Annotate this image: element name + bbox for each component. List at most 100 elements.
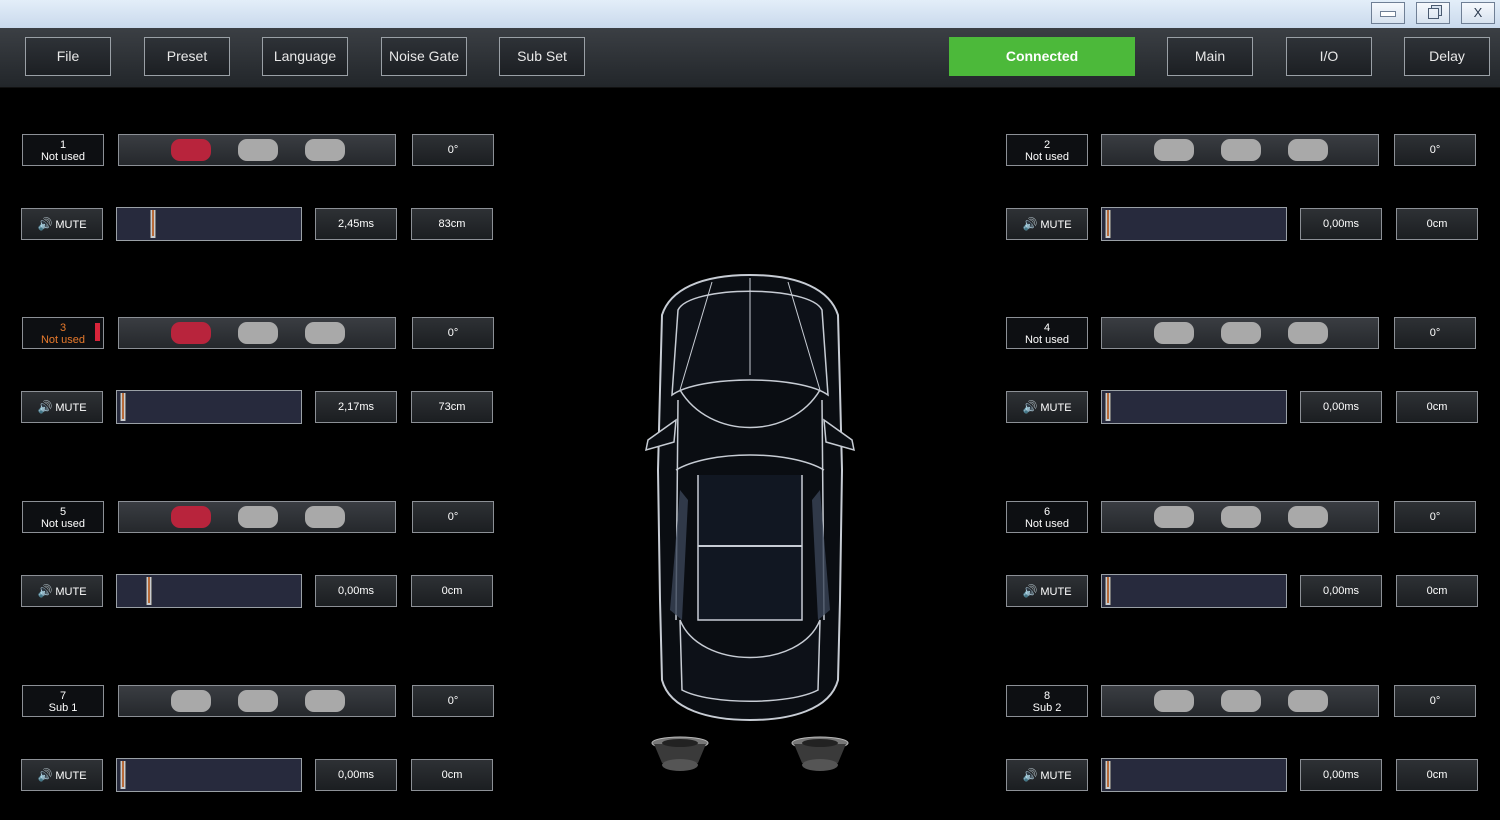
channel-6-delay-value[interactable]: 0,00ms xyxy=(1300,575,1382,607)
channel-7-delay-value[interactable]: 0,00ms xyxy=(315,759,397,791)
channel-3-speaker-selector[interactable] xyxy=(118,317,396,349)
minimize-button[interactable] xyxy=(1371,2,1405,24)
speaker-option-2[interactable] xyxy=(238,690,278,712)
speaker-option-1[interactable] xyxy=(1154,506,1194,528)
channel-1-delay-slider[interactable] xyxy=(116,207,302,241)
channel-3-delay-value[interactable]: 2,17ms xyxy=(315,391,397,423)
speaker-option-2[interactable] xyxy=(1221,139,1261,161)
slider-thumb[interactable] xyxy=(146,577,152,605)
channel-1-mute-button[interactable]: 🔊 MUTE xyxy=(21,208,103,240)
channel-3-mute-button[interactable]: 🔊 MUTE xyxy=(21,391,103,423)
channel-1-delay-value[interactable]: 2,45ms xyxy=(315,208,397,240)
channel-6-label[interactable]: 6 Not used xyxy=(1006,501,1088,533)
channel-6-mute-button[interactable]: 🔊 MUTE xyxy=(1006,575,1088,607)
speaker-option-2[interactable] xyxy=(238,506,278,528)
channel-5-delay-value[interactable]: 0,00ms xyxy=(315,575,397,607)
channel-7-mute-button[interactable]: 🔊 MUTE xyxy=(21,759,103,791)
speaker-option-1[interactable] xyxy=(1154,139,1194,161)
preset-button[interactable]: Preset xyxy=(144,37,230,76)
slider-thumb[interactable] xyxy=(120,761,126,789)
channel-5-mute-button[interactable]: 🔊 MUTE xyxy=(21,575,103,607)
slider-thumb[interactable] xyxy=(1105,577,1111,605)
channel-1-distance-value[interactable]: 83cm xyxy=(411,208,493,240)
main-button[interactable]: Main xyxy=(1167,37,1253,76)
channel-8-mute-button[interactable]: 🔊 MUTE xyxy=(1006,759,1088,791)
speaker-option-1[interactable] xyxy=(1154,690,1194,712)
channel-7-label[interactable]: 7 Sub 1 xyxy=(22,685,104,717)
channel-1-speaker-selector[interactable] xyxy=(118,134,396,166)
slider-thumb[interactable] xyxy=(120,393,126,421)
channel-5-phase[interactable]: 0° xyxy=(412,501,494,533)
channel-7-distance-value[interactable]: 0cm xyxy=(411,759,493,791)
channel-5-delay-slider[interactable] xyxy=(116,574,302,608)
channel-8-label[interactable]: 8 Sub 2 xyxy=(1006,685,1088,717)
file-button[interactable]: File xyxy=(25,37,111,76)
speaker-option-3[interactable] xyxy=(305,690,345,712)
channel-2-delay-value[interactable]: 0,00ms xyxy=(1300,208,1382,240)
speaker-option-1[interactable] xyxy=(171,139,211,161)
noise-gate-button[interactable]: Noise Gate xyxy=(381,37,467,76)
speaker-option-1[interactable] xyxy=(171,322,211,344)
language-button[interactable]: Language xyxy=(262,37,348,76)
speaker-option-3[interactable] xyxy=(305,322,345,344)
channel-8-delay-value[interactable]: 0,00ms xyxy=(1300,759,1382,791)
channel-4-delay-value[interactable]: 0,00ms xyxy=(1300,391,1382,423)
channel-8-delay-slider[interactable] xyxy=(1101,758,1287,792)
channel-2-speaker-selector[interactable] xyxy=(1101,134,1379,166)
channel-8-distance-value[interactable]: 0cm xyxy=(1396,759,1478,791)
speaker-option-1[interactable] xyxy=(171,506,211,528)
channel-2-delay-slider[interactable] xyxy=(1101,207,1287,241)
io-button[interactable]: I/O xyxy=(1286,37,1372,76)
channel-5-label[interactable]: 5 Not used xyxy=(22,501,104,533)
channel-6-delay-slider[interactable] xyxy=(1101,574,1287,608)
channel-1-label[interactable]: 1 Not used xyxy=(22,134,104,166)
channel-4-distance-value[interactable]: 0cm xyxy=(1396,391,1478,423)
channel-2-label[interactable]: 2 Not used xyxy=(1006,134,1088,166)
speaker-option-3[interactable] xyxy=(1288,322,1328,344)
channel-1-phase[interactable]: 0° xyxy=(412,134,494,166)
channel-8-speaker-selector[interactable] xyxy=(1101,685,1379,717)
close-button[interactable]: X xyxy=(1461,2,1495,24)
channel-4-mute-button[interactable]: 🔊 MUTE xyxy=(1006,391,1088,423)
channel-8-phase[interactable]: 0° xyxy=(1394,685,1476,717)
channel-7-phase[interactable]: 0° xyxy=(412,685,494,717)
channel-3-label[interactable]: 3 Not used xyxy=(22,317,104,349)
channel-7-delay-slider[interactable] xyxy=(116,758,302,792)
restore-button[interactable] xyxy=(1416,2,1450,24)
channel-2-mute-button[interactable]: 🔊 MUTE xyxy=(1006,208,1088,240)
channel-7-speaker-selector[interactable] xyxy=(118,685,396,717)
channel-5-distance-value[interactable]: 0cm xyxy=(411,575,493,607)
speaker-option-2[interactable] xyxy=(1221,322,1261,344)
speaker-option-2[interactable] xyxy=(238,139,278,161)
speaker-option-2[interactable] xyxy=(1221,690,1261,712)
slider-thumb[interactable] xyxy=(1105,210,1111,238)
channel-2-distance-value[interactable]: 0cm xyxy=(1396,208,1478,240)
channel-4-phase[interactable]: 0° xyxy=(1394,317,1476,349)
connection-status[interactable]: Connected xyxy=(949,37,1135,76)
slider-thumb[interactable] xyxy=(1105,761,1111,789)
speaker-option-1[interactable] xyxy=(1154,322,1194,344)
channel-4-delay-slider[interactable] xyxy=(1101,390,1287,424)
slider-thumb[interactable] xyxy=(150,210,156,238)
channel-5-speaker-selector[interactable] xyxy=(118,501,396,533)
delay-button[interactable]: Delay xyxy=(1404,37,1490,76)
channel-2-phase[interactable]: 0° xyxy=(1394,134,1476,166)
speaker-option-3[interactable] xyxy=(1288,139,1328,161)
channel-4-speaker-selector[interactable] xyxy=(1101,317,1379,349)
channel-6-phase[interactable]: 0° xyxy=(1394,501,1476,533)
speaker-option-3[interactable] xyxy=(305,139,345,161)
speaker-option-3[interactable] xyxy=(305,506,345,528)
speaker-option-3[interactable] xyxy=(1288,690,1328,712)
slider-thumb[interactable] xyxy=(1105,393,1111,421)
channel-3-delay-slider[interactable] xyxy=(116,390,302,424)
speaker-option-1[interactable] xyxy=(171,690,211,712)
sub-set-button[interactable]: Sub Set xyxy=(499,37,585,76)
channel-3-distance-value[interactable]: 73cm xyxy=(411,391,493,423)
channel-4-label[interactable]: 4 Not used xyxy=(1006,317,1088,349)
speaker-option-2[interactable] xyxy=(1221,506,1261,528)
channel-6-distance-value[interactable]: 0cm xyxy=(1396,575,1478,607)
speaker-option-3[interactable] xyxy=(1288,506,1328,528)
channel-3-phase[interactable]: 0° xyxy=(412,317,494,349)
channel-6-speaker-selector[interactable] xyxy=(1101,501,1379,533)
speaker-option-2[interactable] xyxy=(238,322,278,344)
